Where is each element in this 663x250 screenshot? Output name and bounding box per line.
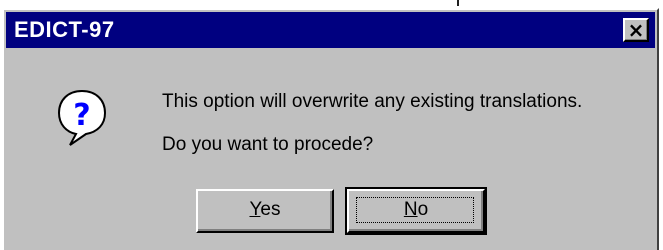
no-label-rest: o (417, 199, 429, 220)
no-mnemonic: N (403, 199, 418, 220)
svg-text:?: ? (73, 98, 90, 133)
close-button[interactable]: × (623, 18, 649, 42)
message-line-1: This option will overwrite any existing … (162, 91, 583, 112)
title-bar[interactable]: EDICT-97 × (6, 12, 655, 48)
no-button[interactable]: No (345, 187, 487, 235)
message-line-2: Do you want to procede? (162, 134, 374, 155)
stray-mark (457, 0, 459, 6)
message-dialog: EDICT-97 × ? This option will overwrite … (2, 8, 659, 250)
yes-button[interactable]: Yes (196, 189, 334, 233)
yes-mnemonic: Y (249, 199, 261, 220)
close-icon: × (627, 18, 645, 42)
yes-label-rest: es (260, 199, 281, 220)
no-button-label: No (404, 199, 428, 220)
question-icon: ? (57, 89, 107, 146)
yes-button-label: Yes (249, 199, 280, 220)
window-title: EDICT-97 (14, 17, 115, 42)
